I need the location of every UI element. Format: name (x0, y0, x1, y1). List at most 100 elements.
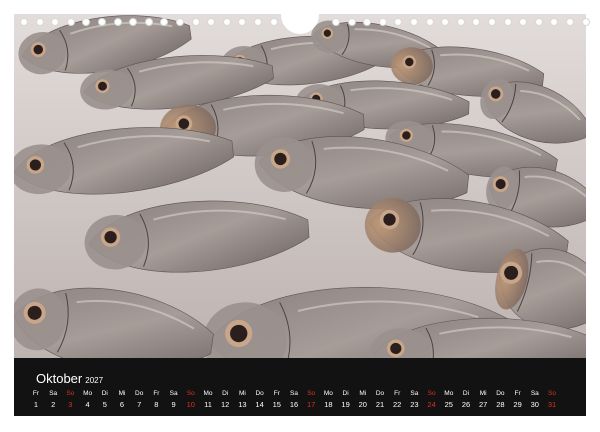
weekday-label: So (548, 390, 556, 397)
binding-hole (207, 18, 216, 26)
weekday-label: Mi (479, 390, 487, 397)
binding-hole (66, 18, 75, 26)
binding-hole (410, 18, 418, 26)
weekday-label: Mo (83, 390, 93, 397)
year-label: 2027 (85, 376, 104, 385)
binding-hole (472, 18, 481, 26)
binding-hole (113, 18, 122, 26)
weekday-label: Sa (410, 390, 419, 397)
binding-hole (129, 18, 138, 26)
binding-hole (503, 18, 512, 26)
binding-hole (176, 18, 184, 26)
day-number: 1 (33, 400, 39, 409)
weekday-label: So (186, 390, 195, 397)
weekday-label: Di (101, 390, 108, 397)
day-number: 24 (427, 400, 436, 409)
binding-hole (456, 18, 465, 26)
fish-on-ice-image (14, 14, 586, 358)
day-number: 2 (51, 400, 56, 409)
weekday-label: Mi (118, 390, 126, 397)
fish-photo (14, 14, 586, 358)
weekday-label: Di (222, 390, 229, 397)
weekday-label: Sa (49, 390, 58, 397)
day-number: 11 (204, 400, 212, 409)
weekday-label: Fr (32, 390, 40, 397)
weekday-label: Do (255, 390, 264, 397)
month-title: Oktober 2027 (36, 372, 103, 388)
binding-hole (363, 18, 372, 26)
binding-hole (581, 18, 590, 26)
binding-hole (269, 18, 278, 26)
binding-hole (35, 18, 44, 26)
weekday-label: Do (135, 390, 144, 397)
binding-hole (191, 18, 200, 26)
binding-hole (394, 18, 403, 26)
day-number: 3 (68, 400, 73, 409)
day-number: 16 (289, 400, 299, 409)
day-number: 14 (255, 400, 264, 409)
weekday-label: Fr (394, 390, 401, 397)
binding-hole (51, 18, 60, 26)
binding-hole (332, 18, 340, 26)
binding-hole (441, 18, 450, 26)
binding-hole (378, 18, 387, 26)
weekday-label: Fr (273, 390, 280, 397)
day-number: 21 (375, 400, 385, 409)
weekday-label: So (66, 390, 75, 397)
day-number: 22 (393, 400, 402, 409)
binding-hole (20, 18, 28, 26)
weekday-label: Mo (444, 390, 454, 397)
day-number: 7 (137, 400, 142, 409)
day-number: 18 (324, 400, 333, 409)
binding-hole (254, 18, 262, 26)
calendar-bar: Oktober 2027 Fr 1 Sa 2 So 3 Mo 4 Di 5 Mi 6 Do 7 Fr 8 Sa 9 S… (14, 358, 586, 416)
binding-hole (425, 18, 434, 26)
weekday-label: Mo (203, 390, 213, 397)
binding-hole (534, 18, 543, 26)
weekday-label: Di (462, 390, 470, 397)
binding-hole (519, 18, 528, 26)
day-number: 28 (496, 400, 505, 409)
weekday-label: Mi (359, 390, 367, 397)
day-number: 23 (410, 400, 419, 409)
day-number: 6 (119, 400, 125, 409)
day-number: 19 (341, 400, 350, 409)
weekday-label: Sa (530, 390, 539, 397)
day-number: 26 (461, 400, 471, 409)
day-number: 15 (272, 400, 281, 409)
binding-hole (98, 18, 106, 26)
weekday-label: Fr (153, 390, 160, 397)
month-name: Oktober (36, 371, 83, 386)
binding-hole (566, 18, 574, 26)
weekday-label: Do (496, 390, 505, 397)
day-number: 12 (221, 400, 230, 409)
weekday-label: Di (342, 390, 349, 397)
weekday-label: Mi (238, 390, 246, 397)
binding-hole (238, 18, 247, 26)
day-number: 17 (307, 400, 316, 409)
calendar-page: Oktober 2027 Fr 1 Sa 2 So 3 Mo 4 Di 5 Mi 6 Do 7 Fr 8 Sa 9 S… (0, 0, 600, 432)
day-number: 27 (479, 400, 488, 409)
weekday-label: Sa (290, 390, 298, 397)
weekday-label: Mo (323, 390, 333, 397)
weekday-label: So (307, 390, 316, 397)
binding-hole (347, 18, 356, 26)
day-number: 20 (358, 400, 367, 409)
day-number: 4 (85, 400, 90, 409)
day-number: 30 (530, 400, 539, 409)
weekday-label: Sa (169, 390, 178, 397)
day-number: 29 (513, 400, 522, 409)
binding-hole (82, 18, 91, 26)
day-number: 5 (102, 400, 107, 409)
binding-hole (160, 18, 169, 26)
weekday-label: So (427, 390, 436, 397)
day-number: 31 (547, 400, 557, 409)
day-number: 8 (154, 400, 159, 409)
day-number: 13 (238, 400, 247, 409)
day-number: 9 (171, 400, 176, 409)
binding-hole (550, 18, 559, 26)
binding-hole (222, 18, 231, 26)
day-number: 25 (444, 400, 453, 409)
weekday-label: Do (375, 390, 385, 397)
binding-hole (488, 18, 496, 26)
